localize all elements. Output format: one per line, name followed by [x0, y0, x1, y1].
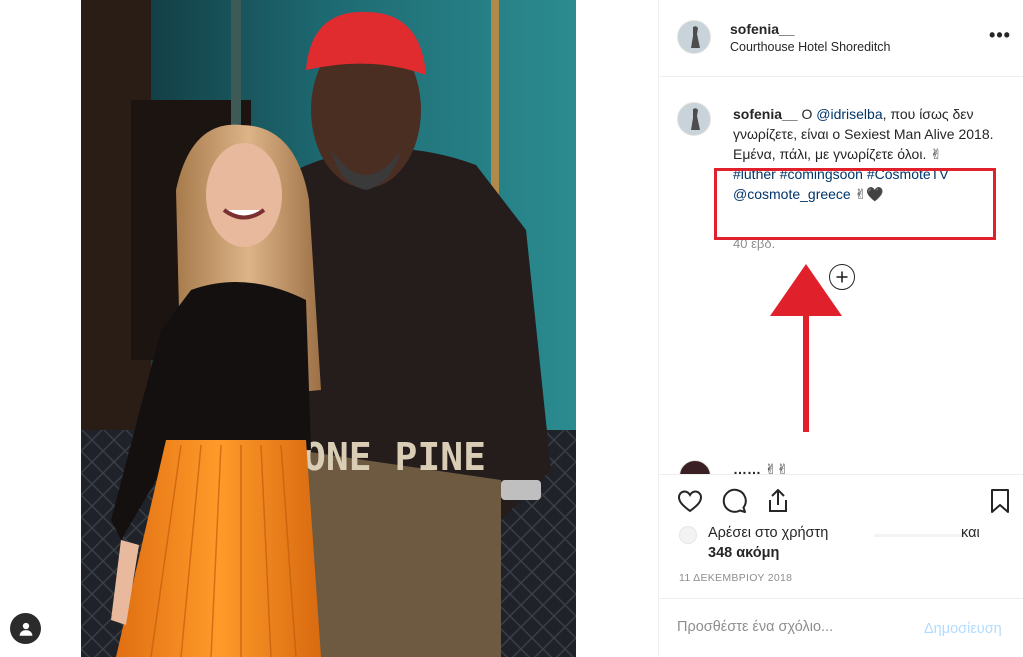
caption-username[interactable]: sofenia__ — [733, 106, 798, 122]
post-date[interactable]: 11 ΔΕΚΕΜΒΡΙΟΥ 2018 — [679, 572, 792, 584]
more-options-button[interactable]: ••• — [988, 25, 1012, 45]
post-header: sofenia__ Courthouse Hotel Shoreditch ••… — [659, 0, 1023, 77]
avatar[interactable] — [677, 20, 711, 54]
username[interactable]: sofenia__ — [730, 21, 795, 37]
annotation-arrow-icon — [770, 264, 842, 432]
heart-icon[interactable] — [676, 487, 704, 515]
action-bar — [659, 474, 1023, 529]
annotation-highlight-box — [714, 168, 996, 240]
mention-link[interactable]: @idriselba — [816, 106, 882, 122]
add-comment-bar: Δημοσίευση — [659, 598, 1023, 657]
comment-icon[interactable] — [720, 487, 748, 515]
likes-count[interactable]: 348 ακόμη — [708, 545, 779, 561]
post-comment-button[interactable]: Δημοσίευση — [924, 621, 1002, 637]
redacted-name — [874, 534, 964, 537]
location-link[interactable]: Courthouse Hotel Shoreditch — [730, 40, 891, 54]
comment-input[interactable] — [677, 619, 907, 635]
avatar[interactable] — [679, 460, 711, 474]
left-margin — [0, 0, 81, 657]
avatar[interactable] — [679, 526, 697, 544]
likes-text-suffix: και — [961, 525, 980, 541]
share-icon[interactable] — [764, 487, 792, 515]
comment-preview: …… ✌✌ — [733, 461, 789, 474]
caption-text: Ο — [797, 106, 817, 122]
gap — [576, 0, 658, 657]
sweater-text: ONE PINE — [303, 435, 486, 479]
likes-text: Αρέσει στο χρήστη — [708, 525, 829, 541]
post-photo[interactable]: ONE PINE — [81, 0, 576, 657]
account-icon[interactable] — [10, 613, 41, 644]
avatar[interactable] — [677, 102, 711, 136]
bookmark-icon[interactable] — [986, 487, 1014, 515]
